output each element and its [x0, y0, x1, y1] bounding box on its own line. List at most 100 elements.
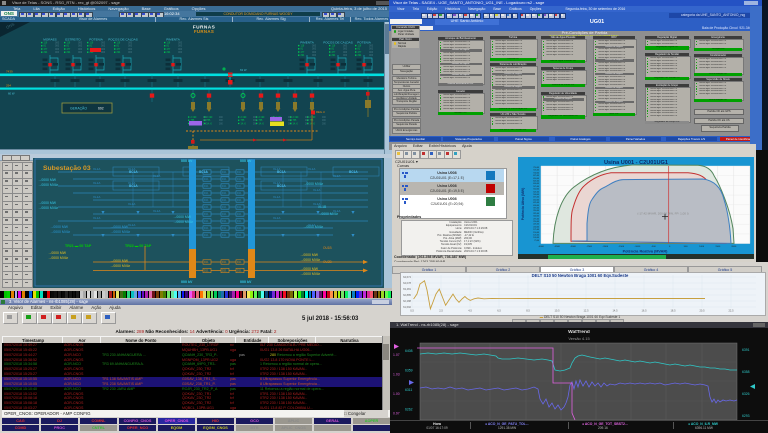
svg-text:BC1A: BC1A — [277, 184, 286, 188]
svg-text:6326: 6326 — [742, 392, 750, 396]
svg-text:→0000 MW: →0000 MW — [173, 215, 192, 219]
svg-text:BC1A: BC1A — [129, 170, 138, 174]
svg-text:DJ1: DJ1 — [204, 219, 209, 223]
svg-text:600,00: 600,00 — [533, 183, 539, 185]
svg-text:62,288: 62,288 — [403, 299, 411, 303]
svg-text:6391: 6391 — [742, 348, 750, 352]
svg-text:000: 000 — [343, 54, 348, 57]
svg-text:6358: 6358 — [742, 370, 750, 374]
svg-text:6262: 6262 — [405, 408, 413, 412]
svg-text:XL1A: XL1A — [313, 188, 320, 192]
svg-text:1.07: 1.07 — [393, 353, 400, 357]
svg-text:675,00: 675,00 — [533, 175, 539, 177]
svg-text:BC1A: BC1A — [277, 170, 286, 174]
svg-text:1000: 1000 — [699, 246, 705, 248]
svg-text:2 190: 2 190 — [310, 117, 316, 119]
svg-text:DJ1: DJ1 — [237, 219, 242, 223]
svg-text:2 190: 2 190 — [259, 117, 265, 119]
svg-text:-2500: -2500 — [586, 246, 592, 248]
svg-text:DJ1: DJ1 — [237, 170, 242, 174]
svg-text:DJ1: DJ1 — [237, 260, 242, 264]
svg-text:→0000 MW: →0000 MW — [38, 201, 57, 205]
svg-text:DJ1: DJ1 — [222, 191, 227, 195]
svg-text:14,-0: 14,-0 — [241, 123, 247, 125]
svg-text:000: 000 — [369, 54, 374, 57]
svg-text:OU1B: OU1B — [323, 246, 332, 250]
svg-text:175,00: 175,00 — [533, 229, 539, 231]
svg-text:250,00: 250,00 — [533, 221, 539, 223]
svg-text:625,00: 625,00 — [533, 181, 539, 183]
svg-text:14,-0: 14,-0 — [207, 123, 213, 125]
svg-text:DJ1: DJ1 — [204, 212, 209, 216]
svg-text:XL1A: XL1A — [93, 195, 100, 199]
svg-text:DJ1: DJ1 — [222, 198, 227, 202]
svg-text:BC1A: BC1A — [199, 170, 208, 174]
svg-text:→0000 MVAr: →0000 MVAr — [303, 225, 324, 229]
svg-text:DJ1: DJ1 — [237, 205, 242, 209]
svg-text:62,885: 62,885 — [403, 293, 411, 297]
svg-text:6293: 6293 — [742, 414, 750, 418]
svg-text:DJ1: DJ1 — [237, 269, 242, 273]
svg-text:1.03: 1.03 — [393, 373, 400, 377]
svg-text:64,078: 64,078 — [403, 281, 411, 285]
svg-text:725,00: 725,00 — [533, 170, 539, 172]
svg-text:REG.U: REG.U — [316, 110, 325, 114]
svg-text:1.00: 1.00 — [393, 392, 400, 396]
svg-text:DJ1: DJ1 — [204, 269, 209, 273]
svg-text:692: 692 — [98, 107, 104, 111]
svg-text:XL1A: XL1A — [93, 167, 100, 171]
svg-text:6,5: 6,5 — [497, 309, 501, 313]
svg-text:DJ1: DJ1 — [222, 260, 227, 264]
svg-text:150,00: 150,00 — [533, 232, 539, 234]
svg-text:BC1A: BC1A — [349, 170, 358, 174]
svg-text:DJ1: DJ1 — [204, 226, 209, 230]
svg-text:DJ1: DJ1 — [204, 205, 209, 209]
svg-text:2 190: 2 190 — [293, 117, 299, 119]
svg-text:→0000 MW: →0000 MW — [48, 251, 67, 255]
svg-text:BC1A: BC1A — [129, 184, 138, 188]
svg-text:500,00: 500,00 — [533, 194, 539, 196]
svg-text:DJ1: DJ1 — [237, 233, 242, 237]
svg-text:4,5: 4,5 — [468, 309, 472, 313]
svg-text:1500: 1500 — [715, 246, 721, 248]
svg-text:POÇOS DE CALDAS: POÇOS DE CALDAS — [108, 38, 138, 42]
svg-text:6311: 6311 — [405, 388, 412, 392]
svg-text:-4000: -4000 — [538, 246, 544, 248]
svg-text:DJ1: DJ1 — [222, 219, 227, 223]
svg-text:XL1A: XL1A — [93, 181, 100, 185]
svg-text:DJ1: DJ1 — [204, 177, 209, 181]
svg-text:→0000 MVAr: →0000 MVAr — [173, 220, 194, 224]
svg-text:DJ1: DJ1 — [222, 212, 227, 216]
svg-text:DJ1: DJ1 — [222, 269, 227, 273]
svg-text:000: 000 — [178, 51, 183, 54]
svg-text:2 190: 2 190 — [207, 117, 213, 119]
svg-text:750,00: 750,00 — [533, 167, 539, 169]
svg-text:→0000 MW: →0000 MW — [110, 225, 129, 229]
svg-text:DJ1: DJ1 — [237, 191, 242, 195]
svg-text:DJ1: DJ1 — [222, 233, 227, 237]
svg-text:XL1A: XL1A — [93, 216, 100, 220]
svg-text:225,00: 225,00 — [533, 224, 539, 226]
svg-text:575,00: 575,00 — [533, 186, 539, 188]
svg-text:000: 000 — [128, 51, 133, 54]
svg-text:16,5: 16,5 — [641, 309, 647, 313]
svg-text:XL1A: XL1A — [128, 223, 135, 227]
svg-text:XL1A: XL1A — [273, 216, 280, 220]
svg-text:XL1B: XL1B — [318, 205, 327, 209]
svg-text:300,00: 300,00 — [533, 216, 539, 218]
svg-text:DJ1: DJ1 — [204, 260, 209, 264]
svg-text:000 kV: 000 kV — [240, 280, 252, 284]
svg-text:→0000 MVAr: →0000 MVAr — [38, 183, 59, 187]
svg-text:DJ1: DJ1 — [237, 184, 242, 188]
svg-text:→0000 MW: →0000 MW — [50, 225, 69, 229]
svg-text:→0000 MVAr: →0000 MVAr — [303, 182, 324, 186]
svg-text:→0000 MVAr: →0000 MVAr — [110, 230, 131, 234]
svg-text:6408: 6408 — [405, 349, 413, 353]
svg-text:2 190: 2 190 — [191, 117, 197, 119]
svg-text:-3500: -3500 — [554, 246, 560, 248]
svg-text:-500: -500 — [651, 246, 656, 248]
svg-text:DJ1: DJ1 — [222, 184, 227, 188]
svg-text:-2000: -2000 — [602, 246, 608, 248]
svg-text:10,5: 10,5 — [554, 309, 560, 313]
svg-text:-1000: -1000 — [635, 246, 641, 248]
